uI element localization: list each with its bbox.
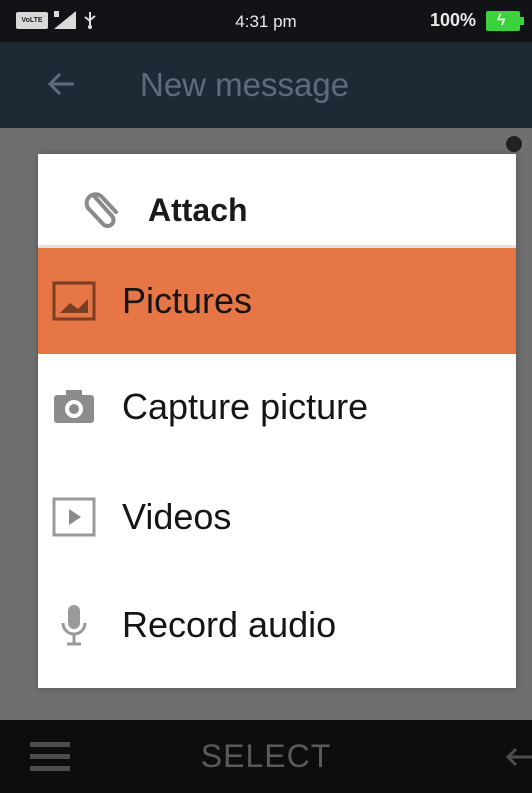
page-title: New message	[140, 66, 350, 103]
battery-bolt-icon: ϟ	[497, 11, 506, 29]
image-icon	[50, 277, 98, 325]
dialog-header: Attach	[38, 154, 516, 248]
status-icons-right: 100% ϟ	[429, 10, 524, 31]
back-arrow-icon[interactable]	[44, 66, 80, 102]
menu-item-pictures[interactable]: Pictures	[38, 248, 516, 354]
menu-item-label: Videos	[122, 496, 232, 537]
app-header: New message	[0, 42, 532, 128]
attach-dialog: Attach Pictures Capture picture Videos R…	[38, 154, 516, 688]
menu-item-label: Pictures	[122, 280, 253, 321]
video-icon	[50, 493, 98, 541]
microphone-icon	[50, 601, 98, 649]
dialog-title: Attach	[148, 192, 248, 228]
menu-item-record-audio[interactable]: Record audio	[38, 572, 516, 678]
menu-item-label: Capture picture	[122, 386, 369, 427]
softkey-bar: SELECT	[0, 720, 532, 793]
back-arrow-icon[interactable]	[502, 742, 532, 772]
paperclip-icon	[84, 192, 118, 228]
menu-item-capture-picture[interactable]: Capture picture	[38, 354, 516, 460]
battery-percent: 100%	[429, 10, 476, 30]
camera-icon	[50, 383, 98, 431]
menu-item-label: Record audio	[122, 604, 337, 645]
background-indicator	[506, 136, 522, 152]
status-bar: VoLTE 4:31 pm 100% ϟ	[0, 0, 532, 42]
select-softkey[interactable]: SELECT	[0, 738, 532, 775]
menu-item-videos[interactable]: Videos	[38, 464, 516, 570]
battery-icon: ϟ	[486, 10, 524, 31]
